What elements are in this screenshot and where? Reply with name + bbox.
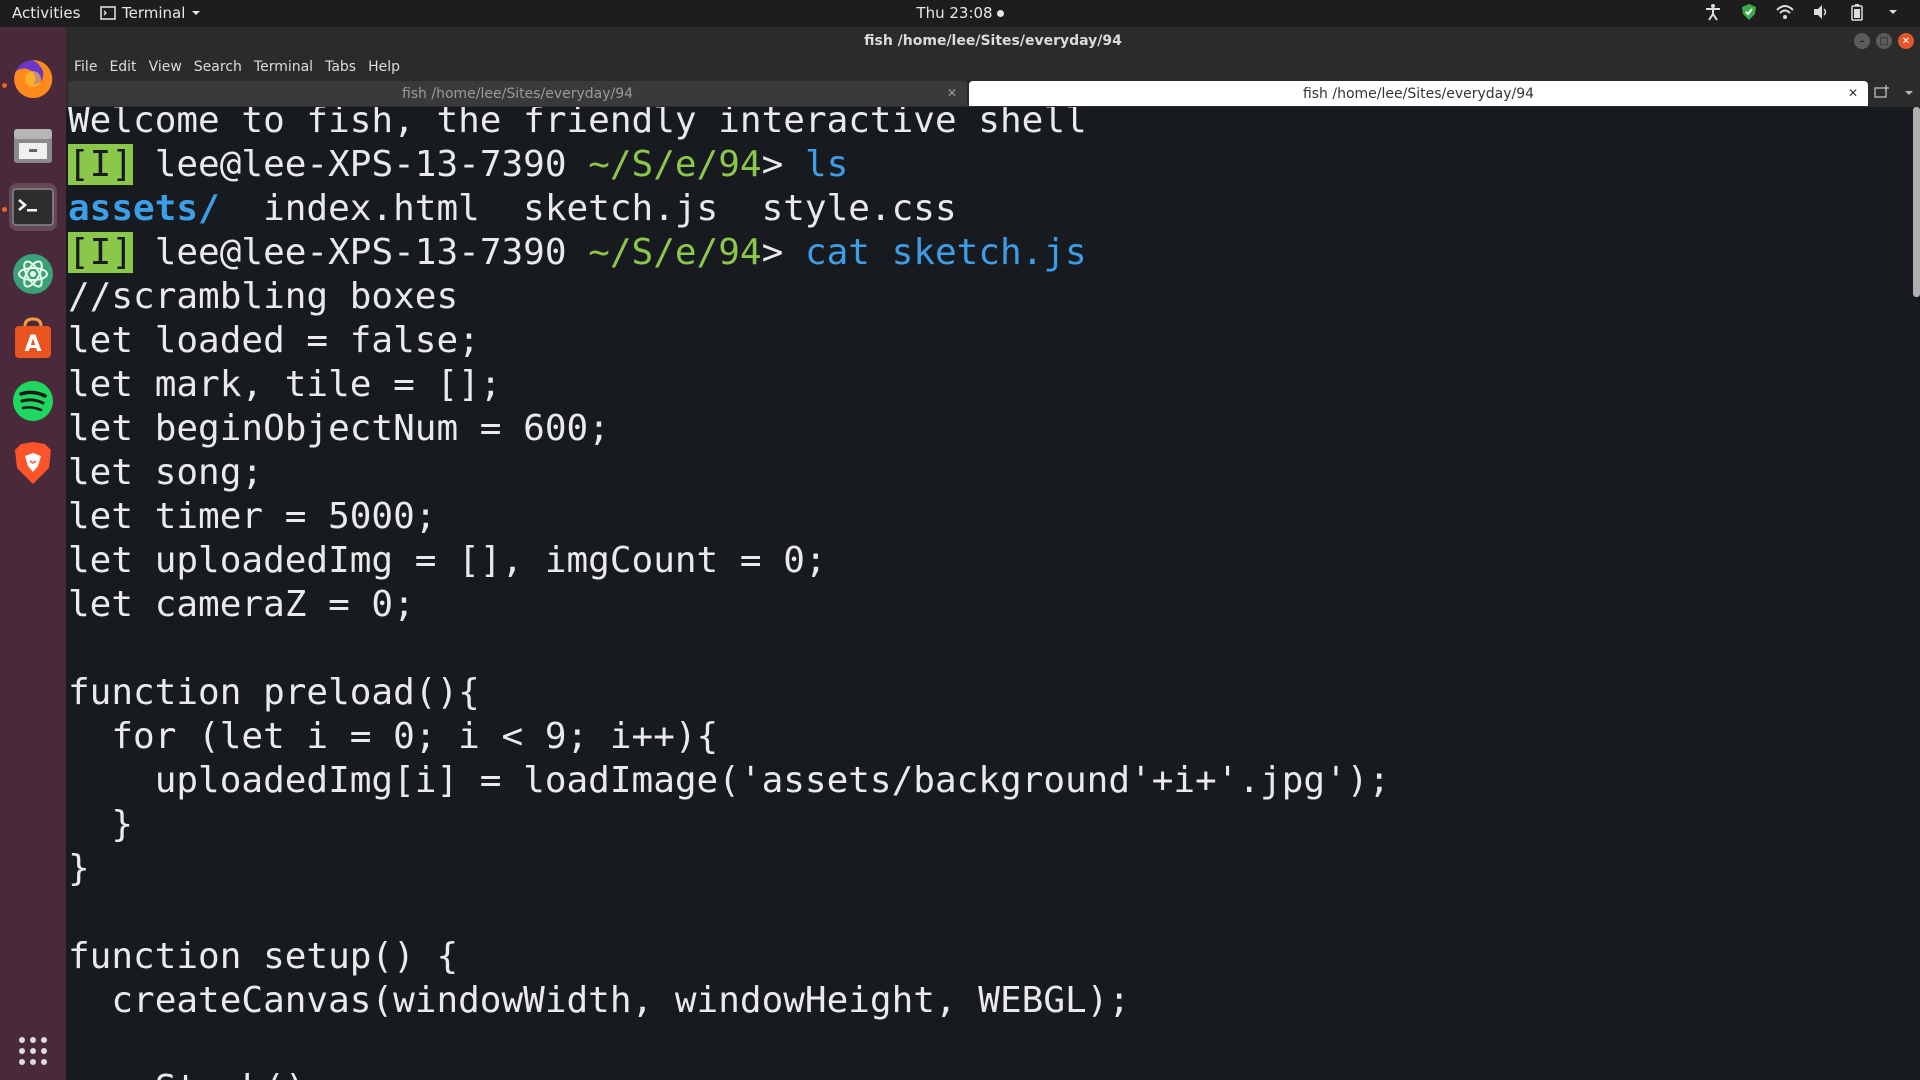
- menu-terminal[interactable]: Terminal: [248, 55, 319, 80]
- prompt-line: [I] lee@lee-XPS-13-7390 ~/S/e/94> ls: [68, 143, 1390, 187]
- ls-dir: assets/: [68, 188, 220, 229]
- command: cat: [804, 232, 870, 273]
- menu-bar: File Edit View Search Terminal Tabs Help: [66, 55, 1920, 80]
- spotify-icon[interactable]: [9, 377, 57, 425]
- tab-label: fish /home/lee/Sites/everyday/94: [401, 85, 634, 102]
- mode-badge: [I]: [68, 232, 134, 273]
- user-host: lee@lee-XPS-13-7390: [133, 232, 589, 273]
- software-icon[interactable]: A: [9, 314, 57, 362]
- cwd: ~/S/e/94: [588, 232, 762, 273]
- firefox-icon[interactable]: [9, 55, 57, 103]
- prompt-line: [I] lee@lee-XPS-13-7390 ~/S/e/94> cat sk…: [68, 231, 1390, 275]
- maximize-button[interactable]: □: [1876, 33, 1892, 49]
- code-line: let timer = 5000;: [68, 496, 437, 537]
- user-host: lee@lee-XPS-13-7390: [133, 144, 589, 185]
- ls-files: index.html sketch.js style.css: [219, 188, 957, 229]
- brave-icon[interactable]: [9, 439, 57, 487]
- code-line: uploadedImg[i] = loadImage('assets/backg…: [68, 760, 1391, 801]
- notification-dot: [996, 10, 1004, 17]
- top-bar: Activities Terminal Thu 23:08: [0, 0, 1920, 27]
- wifi-icon[interactable]: [1776, 3, 1794, 21]
- code-line: function setup() {: [68, 936, 459, 977]
- terminal-view[interactable]: Welcome to fish, the friendly interactiv…: [66, 107, 1913, 1080]
- code-line: }: [68, 848, 90, 889]
- code-line: }: [68, 804, 134, 845]
- window-titlebar[interactable]: fish /home/lee/Sites/everyday/94 – □ ✕: [66, 27, 1920, 55]
- window-title: fish /home/lee/Sites/everyday/94: [864, 33, 1122, 49]
- files-icon[interactable]: [9, 121, 57, 169]
- volume-icon[interactable]: [1812, 3, 1830, 21]
- svg-text:A: A: [24, 332, 41, 357]
- menu-help[interactable]: Help: [362, 55, 406, 80]
- shield-icon[interactable]: [1740, 3, 1758, 21]
- maximize-icon: □: [1879, 35, 1889, 47]
- tab-0[interactable]: fish /home/lee/Sites/everyday/94 ✕: [68, 81, 967, 106]
- code-line: let uploadedImg = [], imgCount = 0;: [68, 540, 827, 581]
- mode-badge: [I]: [68, 144, 134, 185]
- menu-view[interactable]: View: [143, 55, 188, 80]
- menu-search[interactable]: Search: [188, 55, 248, 80]
- running-indicator: [2, 83, 7, 88]
- code-line: let cameraZ = 0;: [68, 584, 415, 625]
- clock[interactable]: Thu 23:08: [0, 4, 1920, 22]
- code-line: let loaded = false;: [68, 320, 480, 361]
- new-tab-icon[interactable]: [1874, 84, 1890, 102]
- running-indicator: [2, 207, 7, 212]
- close-tab-icon[interactable]: ✕: [1848, 86, 1858, 100]
- atom-icon[interactable]: [9, 250, 57, 298]
- prompt-char: >: [761, 144, 805, 185]
- welcome-line: Welcome to fish, the friendly interactiv…: [68, 107, 1087, 141]
- code-line: for (let i = 0; i < 9; i++){: [68, 716, 719, 757]
- tab-1-active[interactable]: fish /home/lee/Sites/everyday/94 ✕: [969, 81, 1868, 106]
- close-icon: ✕: [1901, 35, 1911, 47]
- battery-icon[interactable]: [1848, 3, 1866, 21]
- cwd: ~/S/e/94: [588, 144, 762, 185]
- menu-file[interactable]: File: [66, 55, 103, 80]
- minimize-icon: –: [1859, 35, 1865, 47]
- accessibility-icon[interactable]: [1704, 3, 1722, 21]
- command-arg: sketch.js: [869, 232, 1087, 273]
- menu-tabs[interactable]: Tabs: [319, 55, 362, 80]
- code-line: let mark, tile = [];: [68, 364, 502, 405]
- code-line: let song;: [68, 452, 264, 493]
- terminal-scrollbar[interactable]: [1913, 107, 1920, 297]
- code-line: createCanvas(windowWidth, windowHeight, …: [68, 980, 1131, 1021]
- close-button[interactable]: ✕: [1898, 33, 1914, 49]
- code-line: function preload(){: [68, 672, 480, 713]
- code-line: //scrambling boxes: [68, 276, 459, 317]
- minimize-button[interactable]: –: [1854, 33, 1870, 49]
- close-tab-icon[interactable]: ✕: [947, 86, 957, 100]
- dock: A: [0, 27, 66, 1080]
- tab-label: fish /home/lee/Sites/everyday/94: [1302, 85, 1535, 102]
- prompt-char: >: [761, 232, 805, 273]
- chevron-down-icon[interactable]: [1884, 3, 1902, 21]
- menu-edit[interactable]: Edit: [103, 55, 142, 80]
- system-tray[interactable]: [1704, 3, 1902, 21]
- command: ls: [804, 144, 849, 185]
- ls-output: assets/ index.html sketch.js style.css: [68, 187, 1390, 231]
- tab-menu-chevron-icon[interactable]: [1904, 86, 1914, 101]
- terminal-icon[interactable]: [9, 183, 57, 231]
- clock-text: Thu 23:08: [916, 4, 993, 22]
- code-line: Stack(): [68, 1067, 1390, 1080]
- tab-bar: fish /home/lee/Sites/everyday/94 ✕ fish …: [66, 80, 1920, 107]
- show-apps-icon[interactable]: [9, 1027, 57, 1075]
- code-line: let beginObjectNum = 600;: [68, 408, 610, 449]
